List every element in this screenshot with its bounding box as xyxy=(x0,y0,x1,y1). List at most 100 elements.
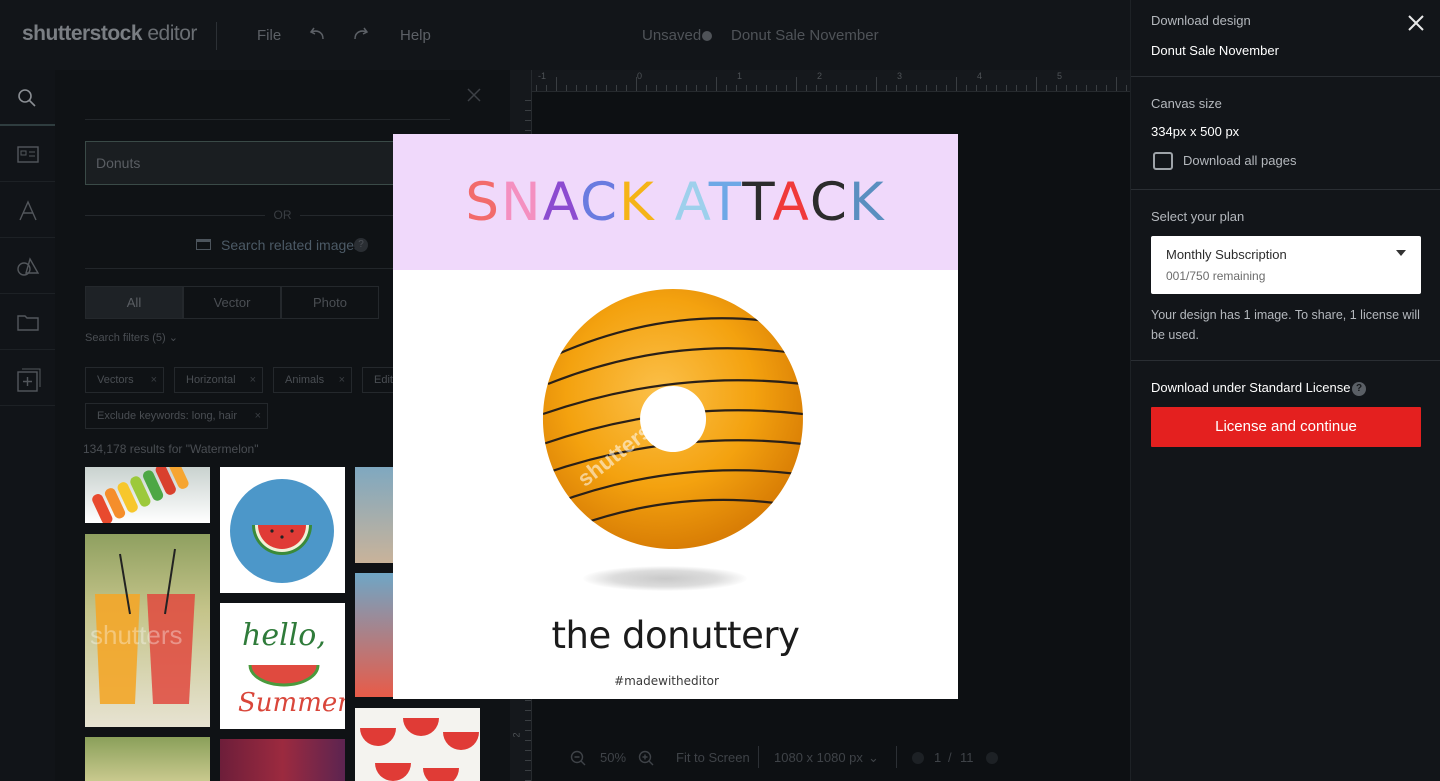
close-icon[interactable] xyxy=(1407,14,1425,32)
rail-templates[interactable] xyxy=(0,126,55,182)
result-thumbnail[interactable] xyxy=(355,708,480,781)
help-icon[interactable]: ? xyxy=(354,238,368,252)
shapes-icon xyxy=(17,257,40,276)
info-icon[interactable] xyxy=(702,31,712,41)
svg-text:hello,: hello, xyxy=(242,618,326,653)
tab-all[interactable]: All xyxy=(85,286,183,319)
ruler-tick xyxy=(1036,77,1037,91)
canvas-size-select[interactable]: 1080 x 1080 px xyxy=(774,750,863,765)
divider xyxy=(85,119,450,120)
headline-letter: A xyxy=(772,172,810,233)
ruler-tick xyxy=(616,85,617,91)
page-separator: / xyxy=(948,750,952,765)
remove-chip-icon[interactable]: × xyxy=(151,368,157,392)
zoom-in-icon[interactable] xyxy=(638,750,654,766)
tab-photo[interactable]: Photo xyxy=(281,286,379,319)
remove-chip-icon[interactable]: × xyxy=(339,368,345,392)
ruler-label: 1 xyxy=(737,71,743,81)
ruler-tick xyxy=(806,85,807,91)
ruler-tick xyxy=(926,85,927,91)
close-panel-icon[interactable] xyxy=(467,88,481,102)
chip-label: Edito xyxy=(374,374,393,386)
result-thumbnail[interactable] xyxy=(220,467,345,593)
filter-chip[interactable]: Vectors × xyxy=(85,367,164,393)
result-thumbnail[interactable] xyxy=(355,467,395,563)
ruler-tick xyxy=(525,700,531,701)
filter-chip[interactable]: Horizontal × xyxy=(174,367,263,393)
rail-search[interactable] xyxy=(0,70,55,126)
ruler-tick xyxy=(1096,85,1097,91)
rail-elements[interactable] xyxy=(0,238,55,294)
filter-chip[interactable]: Edito xyxy=(362,367,394,393)
help-icon[interactable]: ? xyxy=(1352,382,1366,396)
redo-icon[interactable] xyxy=(351,25,369,43)
ruler-tick xyxy=(656,85,657,91)
remove-chip-icon[interactable]: × xyxy=(255,404,261,428)
type-tabs: All Vector Photo xyxy=(85,286,395,319)
headline-letter: K xyxy=(848,172,886,233)
result-thumbnail[interactable]: shutters xyxy=(85,534,210,727)
prev-page-icon[interactable] xyxy=(912,752,924,764)
zoom-out-icon[interactable] xyxy=(570,750,586,766)
brand-name: the donuttery xyxy=(551,614,800,657)
zoom-toolbar: 50% Fit to Screen 1080 x 1080 px ⌄ 1 / 1… xyxy=(570,746,1030,772)
filter-chip[interactable]: Exclude keywords: long, hair × xyxy=(85,403,268,429)
svg-text:Summer: Summer xyxy=(238,688,345,718)
ruler-tick xyxy=(886,85,887,91)
filter-chip[interactable]: Animals × xyxy=(273,367,352,393)
download-header: Download design Donut Sale November xyxy=(1131,0,1440,77)
headline-letter: A xyxy=(674,172,709,233)
ruler-tick xyxy=(716,77,717,91)
download-all-label[interactable]: Download all pages xyxy=(1183,153,1296,168)
download-all-checkbox[interactable] xyxy=(1153,152,1173,170)
license-and-continue-button[interactable]: License and continue xyxy=(1151,407,1421,447)
document-title[interactable]: Donut Sale November xyxy=(731,27,879,44)
page-total: 11 xyxy=(960,750,974,765)
panel-title: Download design xyxy=(1151,13,1251,28)
canvas-size-section: Canvas size 334px x 500 px xyxy=(1131,77,1440,190)
search-related-link[interactable]: Search related images xyxy=(221,237,361,253)
tab-vector[interactable]: Vector xyxy=(183,286,281,319)
result-thumbnail[interactable]: hello, Summer xyxy=(220,603,345,729)
result-thumbnail[interactable] xyxy=(85,737,210,781)
ruler-tick xyxy=(1126,85,1127,91)
ruler-tick xyxy=(525,760,531,761)
ruler-tick xyxy=(796,77,797,91)
file-menu[interactable]: File xyxy=(257,27,281,44)
fit-to-screen-button[interactable]: Fit to Screen xyxy=(676,750,750,765)
ruler-tick xyxy=(1076,85,1077,91)
ruler-label: 3 xyxy=(897,71,903,81)
chip-label: Exclude keywords: long, hair xyxy=(97,410,238,422)
rail-add[interactable] xyxy=(0,350,55,406)
ruler-tick xyxy=(626,85,627,91)
ruler-tick xyxy=(1086,85,1087,91)
chevron-down-icon: ⌄ xyxy=(168,332,178,344)
search-filters-toggle[interactable]: Search filters (5) ⌄ xyxy=(85,331,178,344)
add-page-icon xyxy=(17,368,41,392)
donut-shadow xyxy=(583,566,747,591)
ruler-tick xyxy=(525,110,531,111)
ruler-tick xyxy=(525,770,531,771)
help-menu[interactable]: Help xyxy=(400,27,431,44)
result-thumbnail[interactable] xyxy=(355,573,395,697)
ruler-tick xyxy=(956,77,957,91)
remove-chip-icon[interactable]: × xyxy=(250,368,256,392)
undo-icon[interactable] xyxy=(309,25,327,43)
hashtag: #madewitheditor xyxy=(614,674,719,688)
ruler-tick xyxy=(676,85,677,91)
app-logo[interactable]: shutterstock editor xyxy=(22,22,197,46)
next-page-icon[interactable] xyxy=(986,752,998,764)
rail-text[interactable] xyxy=(0,182,55,238)
rail-uploads[interactable] xyxy=(0,294,55,350)
result-thumbnail[interactable] xyxy=(220,739,345,781)
plan-select[interactable]: Monthly Subscription 001/750 remaining xyxy=(1151,236,1421,294)
search-input[interactable]: Donuts xyxy=(85,141,425,185)
result-thumbnail[interactable] xyxy=(85,467,210,523)
ruler-tick xyxy=(986,85,987,91)
ruler-tick xyxy=(836,85,837,91)
logo-product: editor xyxy=(142,22,197,45)
ruler-tick xyxy=(946,85,947,91)
ruler-tick xyxy=(576,85,577,91)
ruler-tick xyxy=(736,85,737,91)
ruler-tick xyxy=(906,85,907,91)
